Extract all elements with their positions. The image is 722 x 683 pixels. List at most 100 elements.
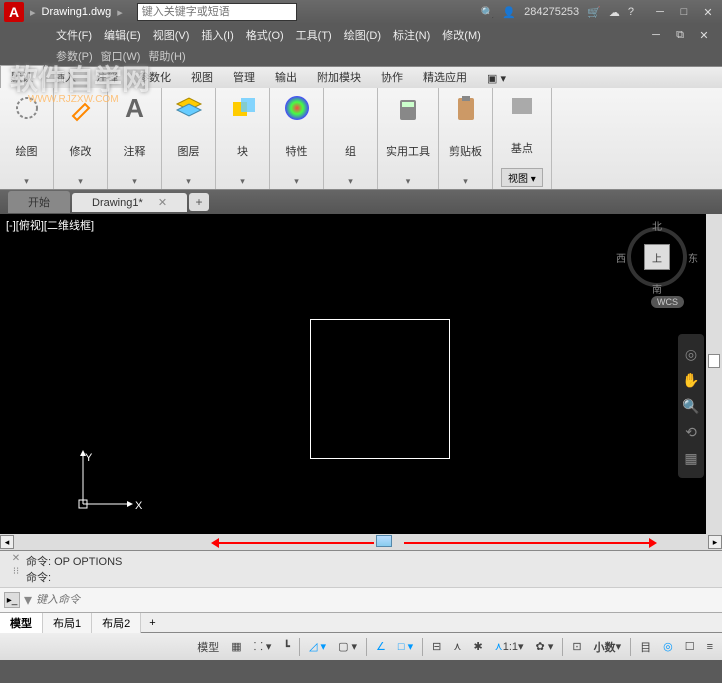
units-icon[interactable]: ⊡ xyxy=(567,637,586,656)
showmotion-icon[interactable]: ▦ xyxy=(681,448,701,468)
doc-restore-button[interactable]: ⧉ xyxy=(670,29,690,42)
orbit-icon[interactable]: ⟲ xyxy=(681,422,701,442)
app-logo[interactable]: A xyxy=(4,2,24,22)
menu-format[interactable]: 格式(O) xyxy=(242,27,288,43)
panel-layers[interactable]: 图层 ▾ xyxy=(162,88,216,189)
doc-minimize-button[interactable]: ─ xyxy=(646,29,666,42)
menu-view[interactable]: 视图(V) xyxy=(149,27,194,43)
dropdown-icon[interactable]: ▾ xyxy=(463,176,468,187)
minimize-button[interactable]: ─ xyxy=(650,6,670,19)
menu-window[interactable]: 窗口(W) xyxy=(101,48,141,64)
annotation-scale-icon[interactable]: ⋏ xyxy=(448,637,466,656)
layout-tab-layout1[interactable]: 布局1 xyxy=(43,613,92,633)
ribbon-tab-collab[interactable]: 协作 xyxy=(371,66,413,88)
binoculars-icon[interactable]: 🔍 xyxy=(481,6,495,19)
viewport-label[interactable]: [-][俯视][二维线框] xyxy=(4,216,96,234)
dropdown-icon[interactable]: ▾ xyxy=(240,176,245,187)
dropdown-icon[interactable]: ▾ xyxy=(406,176,411,187)
clean-screen-icon[interactable]: ☐ xyxy=(680,637,700,656)
customize-icon[interactable]: ≡ xyxy=(702,638,718,656)
layout-tab-model[interactable]: 模型 xyxy=(0,613,43,633)
ribbon-tab-view[interactable]: 视图 xyxy=(181,66,223,88)
menu-help[interactable]: 帮助(H) xyxy=(148,48,185,64)
help-icon[interactable]: ? xyxy=(628,6,634,18)
dropdown-icon[interactable]: ▾ xyxy=(24,176,29,187)
precision-label[interactable]: 小数 ▾ xyxy=(589,636,627,658)
panel-base[interactable]: 基点 视图 ▾ xyxy=(493,88,552,189)
menu-parametric[interactable]: 参数(P) xyxy=(56,48,93,64)
status-model-button[interactable]: 模型 xyxy=(192,636,224,658)
ribbon-tab-annotate[interactable]: 注释 xyxy=(86,66,128,88)
quick-properties-icon[interactable]: 目 xyxy=(635,636,656,658)
maximize-button[interactable]: □ xyxy=(674,6,694,19)
isolate-icon[interactable]: ◎ xyxy=(658,637,678,656)
drawing-canvas[interactable]: [-][俯视][二维线框] Y X 上 北 南 东 西 WCS ◎ ✋ 🔍 ⟲ … xyxy=(0,214,722,534)
ribbon-tab-parametric[interactable]: 参数化 xyxy=(128,66,181,88)
otrack-icon[interactable]: □ ▾ xyxy=(393,637,418,656)
menu-tools[interactable]: 工具(T) xyxy=(292,27,336,43)
ribbon-tab-addins[interactable]: 附加模块 xyxy=(307,66,371,88)
ribbon-tab-insert[interactable]: 插入 xyxy=(44,66,86,88)
scrollbar-thumb-h[interactable] xyxy=(376,535,392,547)
menu-dimension[interactable]: 标注(N) xyxy=(389,27,434,43)
layout-add-button[interactable]: + xyxy=(141,615,163,631)
zoom-icon[interactable]: 🔍 xyxy=(681,396,701,416)
doc-tab-add-button[interactable]: + xyxy=(189,193,209,211)
drawn-rectangle[interactable] xyxy=(310,319,450,459)
menu-insert[interactable]: 插入(I) xyxy=(197,27,237,43)
cloud-icon[interactable]: ☁ xyxy=(609,6,620,19)
polar-icon[interactable]: ◿ ▾ xyxy=(304,637,331,656)
snap-icon[interactable]: ⸬ ▾ xyxy=(249,636,277,657)
doc-close-button[interactable]: ✕ xyxy=(694,29,714,42)
user-icon[interactable]: 👤 xyxy=(502,6,516,19)
cmd-close-icon[interactable]: ✕ xyxy=(12,553,20,564)
ribbon-tab-default[interactable]: 默认 xyxy=(0,65,44,88)
panel-clipboard[interactable]: 剪贴板 ▾ xyxy=(439,88,493,189)
horizontal-scrollbar[interactable]: ◂ ▸ xyxy=(0,534,722,550)
ribbon-tab-more[interactable]: ▣ ▾ xyxy=(477,69,516,88)
osnap-icon[interactable]: ∠ xyxy=(371,637,391,656)
cmd-prompt-icon[interactable]: ▸_ xyxy=(4,592,20,608)
panel-block[interactable]: 块 ▾ xyxy=(216,88,270,189)
cart-icon[interactable]: 🛒 xyxy=(587,6,601,19)
scale-label[interactable]: ⋏ 1:1 ▾ xyxy=(490,637,529,656)
doc-tab-drawing1[interactable]: Drawing1* ✕ xyxy=(72,193,187,212)
wcs-badge[interactable]: WCS xyxy=(651,296,684,308)
ortho-icon[interactable]: ┗ xyxy=(278,637,295,656)
doc-tab-start[interactable]: 开始 xyxy=(8,191,70,213)
ribbon-tab-manage[interactable]: 管理 xyxy=(223,66,265,88)
layout-tab-layout2[interactable]: 布局2 xyxy=(92,613,141,633)
command-input[interactable] xyxy=(36,594,718,606)
scrollbar-thumb[interactable] xyxy=(708,354,720,368)
steering-wheel-icon[interactable]: ◎ xyxy=(681,344,701,364)
dropdown-icon[interactable]: ▾ xyxy=(294,176,299,187)
scroll-left-button[interactable]: ◂ xyxy=(0,535,14,549)
dropdown-icon[interactable]: ▾ xyxy=(348,176,353,187)
lineweight-icon[interactable]: ⊟ xyxy=(427,637,446,656)
grid-icon[interactable]: ▦ xyxy=(226,637,246,656)
view-cube[interactable]: 上 北 南 东 西 xyxy=(622,222,692,292)
user-name[interactable]: 284275253 xyxy=(524,6,579,18)
panel-properties[interactable]: 特性 ▾ xyxy=(270,88,324,189)
menu-modify[interactable]: 修改(M) xyxy=(438,27,485,43)
pan-icon[interactable]: ✋ xyxy=(681,370,701,390)
dropdown-icon[interactable]: ▾ xyxy=(78,176,83,187)
close-button[interactable]: ✕ xyxy=(698,6,718,19)
panel-utilities[interactable]: 实用工具 ▾ xyxy=(378,88,439,189)
panel-group[interactable]: 组 ▾ xyxy=(324,88,378,189)
menu-draw[interactable]: 绘图(D) xyxy=(340,27,385,43)
cmd-handle-icon[interactable]: ⁝⁝ xyxy=(13,566,19,577)
ribbon-tab-output[interactable]: 输出 xyxy=(265,66,307,88)
scroll-right-button[interactable]: ▸ xyxy=(708,535,722,549)
dropdown-icon[interactable]: ▾ xyxy=(186,176,191,187)
menu-file[interactable]: 文件(F) xyxy=(52,27,96,43)
workspace-icon[interactable]: ✿ ▾ xyxy=(531,637,559,656)
annotation-visibility-icon[interactable]: ✱ xyxy=(468,637,487,656)
search-input[interactable] xyxy=(137,3,297,21)
menu-edit[interactable]: 编辑(E) xyxy=(100,27,145,43)
dropdown-icon[interactable]: ▾ xyxy=(132,176,137,187)
panel-base-sub[interactable]: 视图 ▾ xyxy=(501,168,543,187)
scrollbar-track[interactable] xyxy=(14,535,708,549)
isoplane-icon[interactable]: ▢ ▾ xyxy=(333,637,362,656)
vertical-scrollbar[interactable] xyxy=(706,214,722,534)
